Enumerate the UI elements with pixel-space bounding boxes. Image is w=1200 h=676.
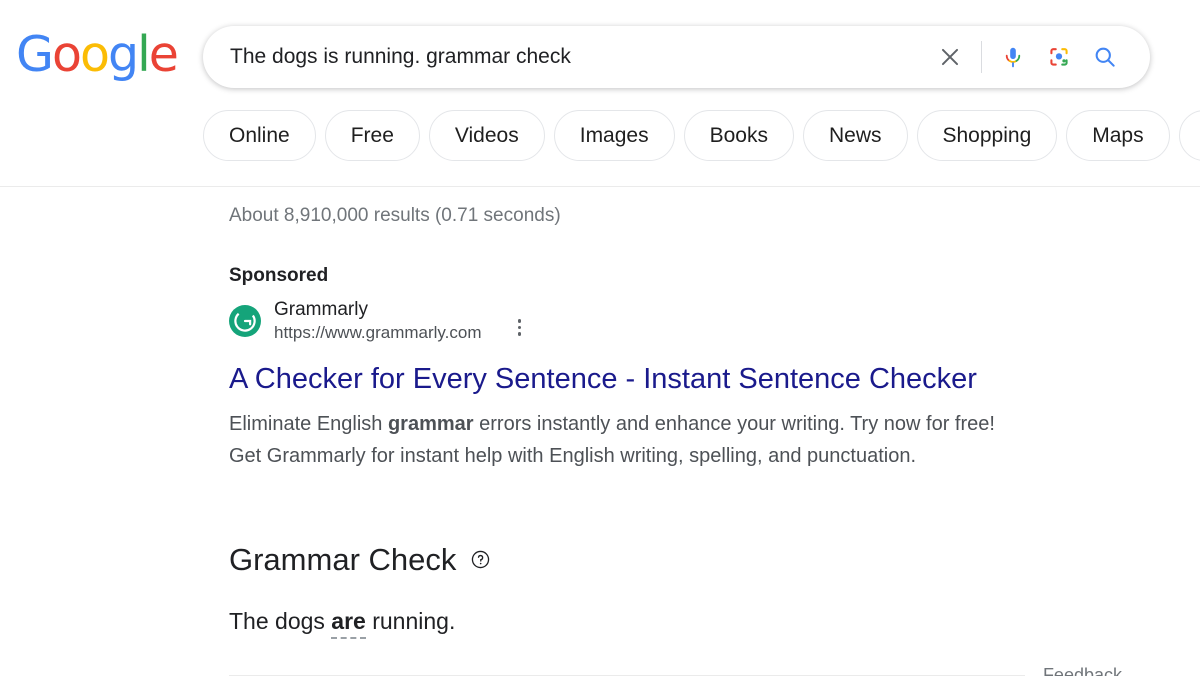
filter-chip-maps[interactable]: Maps xyxy=(1066,110,1169,161)
sentence-after: running. xyxy=(366,608,456,634)
search-box[interactable] xyxy=(203,26,1150,88)
feedback-link[interactable]: Feedback xyxy=(1043,665,1122,676)
filter-chip-videos[interactable]: Videos xyxy=(429,110,545,161)
ad-desc-bold: grammar xyxy=(388,413,474,435)
logo-letter-o2: o xyxy=(80,26,108,83)
filter-chip-books[interactable]: Books xyxy=(684,110,794,161)
results-area: About 8,910,000 results (0.71 seconds) S… xyxy=(0,187,1200,676)
results-column: About 8,910,000 results (0.71 seconds) S… xyxy=(229,187,1039,676)
ad-desc-before: Eliminate English xyxy=(229,413,388,435)
logo-letter-o1: o xyxy=(52,26,80,83)
grammar-check-sentence: The dogs are running. xyxy=(229,607,1039,637)
ad-title-link[interactable]: A Checker for Every Sentence - Instant S… xyxy=(229,361,1039,397)
search-input[interactable] xyxy=(203,37,927,77)
ad-site-name: Grammarly xyxy=(274,298,482,322)
grammar-check-title: Grammar Check xyxy=(229,542,456,578)
ad-description: Eliminate English grammar errors instant… xyxy=(229,409,1019,473)
sponsored-label: Sponsored xyxy=(229,265,1039,287)
logo-letter-e: e xyxy=(149,26,177,83)
search-box-divider xyxy=(981,41,982,73)
sentence-corrected-word: are xyxy=(331,608,366,639)
search-icon[interactable] xyxy=(1082,34,1128,80)
grammar-check-header: Grammar Check xyxy=(229,542,1039,578)
ad-site-row: Grammarly https://www.grammarly.com xyxy=(229,298,1039,344)
feedback-row: Feedback xyxy=(229,665,1122,676)
filter-chip-free[interactable]: Free xyxy=(325,110,420,161)
filter-chip-flights[interactable]: Flights xyxy=(1179,110,1200,161)
google-lens-icon[interactable] xyxy=(1036,34,1082,80)
close-icon[interactable] xyxy=(927,34,973,80)
ad-site-meta: Grammarly https://www.grammarly.com xyxy=(274,298,482,344)
logo-letter-g2: g xyxy=(108,26,137,83)
logo-letter-g1: G xyxy=(16,26,52,83)
ad-site-url: https://www.grammarly.com xyxy=(274,322,482,344)
search-header: Google xyxy=(0,0,1200,187)
google-logo[interactable]: Google xyxy=(16,30,177,80)
help-circle-icon[interactable] xyxy=(470,549,491,570)
filter-chip-images[interactable]: Images xyxy=(554,110,675,161)
ad-result: Grammarly https://www.grammarly.com A Ch… xyxy=(229,298,1039,473)
filter-chip-online[interactable]: Online xyxy=(203,110,316,161)
kebab-menu-icon[interactable] xyxy=(507,314,533,344)
microphone-icon[interactable] xyxy=(990,34,1036,80)
grammarly-favicon-icon xyxy=(229,305,261,337)
sentence-before: The dogs xyxy=(229,608,331,634)
filter-chip-bar: Online Free Videos Images Books News Sho… xyxy=(203,110,1200,161)
filter-chip-news[interactable]: News xyxy=(803,110,908,161)
search-box-actions xyxy=(927,34,1150,80)
filter-chip-shopping[interactable]: Shopping xyxy=(917,110,1058,161)
logo-letter-l: l xyxy=(137,26,149,83)
result-count-text: About 8,910,000 results (0.71 seconds) xyxy=(229,187,1039,227)
